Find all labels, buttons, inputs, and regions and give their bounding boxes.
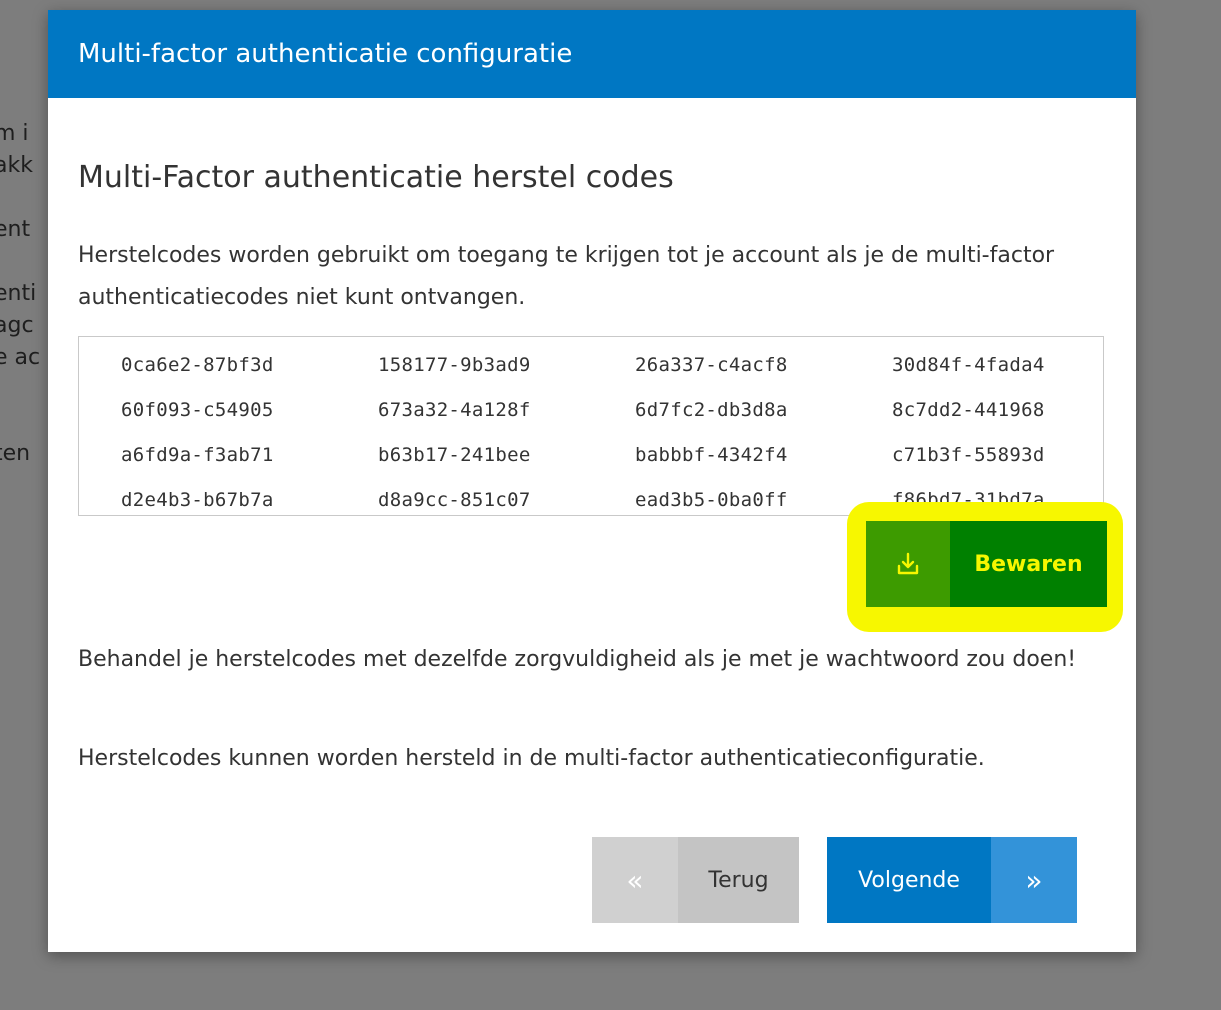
recovery-codes-grid: 0ca6e2-87bf3d 158177-9b3ad9 26a337-c4acf… [121, 343, 1149, 523]
recovery-code: 26a337-c4acf8 [635, 354, 788, 376]
mfa-modal: Multi-factor authenticatie configuratie … [48, 10, 1136, 952]
next-button-label: Volgende [827, 837, 991, 923]
next-button[interactable]: Volgende » [827, 837, 1077, 923]
background-fragment: akk [0, 153, 33, 178]
background-fragment: enti [0, 281, 37, 306]
double-chevron-right-icon: » [991, 837, 1077, 923]
modal-title: Multi-factor authenticatie configuratie [48, 10, 1136, 98]
recovery-code: d2e4b3-b67b7a [121, 489, 274, 511]
back-button[interactable]: « Terug [592, 837, 799, 923]
recovery-code: 0ca6e2-87bf3d [121, 354, 274, 376]
recovery-code: a6fd9a-f3ab71 [121, 444, 274, 466]
background-fragment [0, 246, 40, 278]
recovery-code: 673a32-4a128f [378, 399, 531, 421]
recovery-code: b63b17-241bee [378, 444, 531, 466]
background-text: m i akk ent enti agc e ac ten [0, 118, 40, 470]
regenerate-note: Herstelcodes kunnen worden hersteld in d… [78, 746, 985, 771]
background-fragment: ent [0, 217, 31, 242]
background-fragment: m i [0, 121, 29, 146]
background-fragment: e ac [0, 345, 41, 370]
back-button-label: Terug [678, 837, 799, 923]
recovery-code: babbbf-4342f4 [635, 444, 788, 466]
security-note: Behandel je herstelcodes met dezelfde zo… [78, 647, 1077, 672]
recovery-code: 60f093-c54905 [121, 399, 274, 421]
recovery-code: 158177-9b3ad9 [378, 354, 531, 376]
recovery-code: c71b3f-55893d [892, 444, 1045, 466]
section-title: Multi-Factor authenticatie herstel codes [78, 160, 674, 195]
background-fragment: agc [0, 313, 34, 338]
recovery-code: d8a9cc-851c07 [378, 489, 531, 511]
save-button[interactable]: Bewaren [866, 521, 1107, 607]
recovery-code: 30d84f-4fada4 [892, 354, 1045, 376]
background-fragment [0, 406, 40, 438]
recovery-code: 6d7fc2-db3d8a [635, 399, 788, 421]
intro-text: Herstelcodes worden gebruikt om toegang … [78, 243, 1055, 310]
recovery-code: 8c7dd2-441968 [892, 399, 1045, 421]
download-icon [866, 521, 950, 607]
background-fragment [0, 182, 40, 214]
background-fragment [0, 374, 40, 406]
background-fragment: ten [0, 441, 31, 466]
recovery-codes-box: 0ca6e2-87bf3d 158177-9b3ad9 26a337-c4acf… [78, 336, 1104, 516]
double-chevron-left-icon: « [592, 837, 678, 923]
save-button-label: Bewaren [950, 521, 1107, 607]
